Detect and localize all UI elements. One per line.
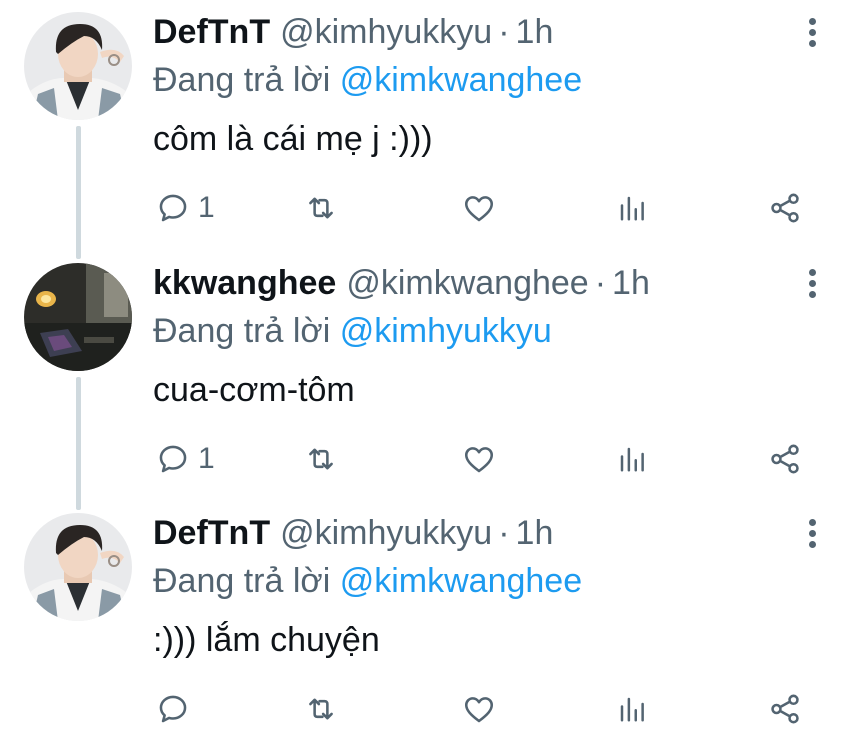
tweet[interactable]: DefTnT @kimhyukkyu · 1h Đang trả lời @kimkw… bbox=[0, 0, 857, 250]
like-button[interactable] bbox=[462, 437, 496, 481]
replying-to: Đang trả lời @kimkwanghee bbox=[153, 559, 582, 603]
tweet-header: kkwanghee @kimkwanghee · 1h bbox=[153, 261, 650, 305]
views-button[interactable] bbox=[617, 437, 647, 481]
share-button[interactable] bbox=[768, 687, 802, 731]
heart-icon bbox=[464, 196, 494, 222]
dark-room-avatar-image bbox=[24, 263, 132, 371]
more-vertical-icon[interactable] bbox=[800, 18, 824, 54]
replying-to-label: Đang trả lời bbox=[153, 61, 331, 99]
tweet[interactable]: kkwanghee @kimkwanghee · 1h Đang trả lời @k… bbox=[0, 251, 857, 501]
retweet-icon bbox=[309, 197, 333, 219]
share-icon bbox=[771, 444, 799, 474]
tweet-header: DefTnT @kimhyukkyu · 1h bbox=[153, 10, 553, 54]
reply-icon bbox=[159, 695, 187, 723]
heart-icon bbox=[464, 447, 494, 473]
share-button[interactable] bbox=[768, 437, 802, 481]
like-button[interactable] bbox=[462, 687, 496, 731]
replying-to-link[interactable]: @kimkwanghee bbox=[340, 61, 582, 99]
heart-icon bbox=[464, 697, 494, 723]
reply-icon bbox=[159, 194, 187, 222]
retweet-icon bbox=[309, 448, 333, 470]
tweet-text: côm là cái mẹ j :))) bbox=[153, 120, 433, 158]
retweet-button[interactable] bbox=[303, 186, 339, 230]
reply-button[interactable]: 1 bbox=[156, 437, 215, 481]
share-button[interactable] bbox=[768, 186, 802, 230]
display-name[interactable]: DefTnT bbox=[153, 13, 270, 51]
replying-to: Đang trả lời @kimhyukkyu bbox=[153, 309, 552, 353]
separator-dot: · bbox=[498, 514, 510, 552]
tweet[interactable]: DefTnT @kimhyukkyu · 1h Đang trả lời @kimkw… bbox=[0, 501, 857, 751]
tweet-thread: DefTnT @kimhyukkyu · 1h Đang trả lời @kimkw… bbox=[0, 0, 857, 728]
views-button[interactable] bbox=[617, 186, 647, 230]
reply-icon bbox=[159, 445, 187, 473]
retweet-button[interactable] bbox=[303, 687, 339, 731]
timestamp[interactable]: 1h bbox=[516, 13, 554, 51]
separator-dot: · bbox=[498, 13, 510, 51]
share-icon bbox=[771, 193, 799, 223]
replying-to-link[interactable]: @kimhyukkyu bbox=[340, 312, 552, 350]
display-name[interactable]: kkwanghee bbox=[153, 264, 336, 302]
replying-to-label: Đang trả lời bbox=[153, 562, 331, 600]
tweet-actions bbox=[0, 687, 857, 731]
timestamp[interactable]: 1h bbox=[516, 514, 554, 552]
avatar[interactable] bbox=[24, 263, 132, 371]
views-icon bbox=[620, 447, 644, 472]
replying-to-link[interactable]: @kimkwanghee bbox=[340, 562, 582, 600]
more-vertical-icon[interactable] bbox=[800, 269, 824, 305]
user-handle[interactable]: @kimkwanghee bbox=[346, 264, 588, 302]
tweet-actions: 1 bbox=[0, 186, 857, 230]
user-handle[interactable]: @kimhyukkyu bbox=[280, 514, 492, 552]
reply-count: 1 bbox=[198, 191, 215, 224]
retweet-icon bbox=[309, 698, 333, 720]
boy-avatar-image bbox=[24, 12, 132, 120]
reply-button[interactable] bbox=[156, 687, 198, 731]
replying-to-label: Đang trả lời bbox=[153, 312, 331, 350]
more-vertical-icon[interactable] bbox=[800, 519, 824, 555]
reply-count: 1 bbox=[198, 442, 215, 475]
tweet-text: :))) lắm chuyện bbox=[153, 621, 380, 659]
share-icon bbox=[771, 694, 799, 724]
timestamp[interactable]: 1h bbox=[612, 264, 650, 302]
avatar[interactable] bbox=[24, 513, 132, 621]
like-button[interactable] bbox=[462, 186, 496, 230]
boy-avatar-image bbox=[24, 513, 132, 621]
views-button[interactable] bbox=[617, 687, 647, 731]
views-icon bbox=[620, 196, 644, 221]
separator-dot: · bbox=[594, 264, 607, 302]
retweet-button[interactable] bbox=[303, 437, 339, 481]
avatar[interactable] bbox=[24, 12, 132, 120]
tweet-text: cua-cơm-tôm bbox=[153, 371, 355, 409]
reply-button[interactable]: 1 bbox=[156, 186, 215, 230]
replying-to: Đang trả lời @kimkwanghee bbox=[153, 58, 582, 102]
user-handle[interactable]: @kimhyukkyu bbox=[280, 13, 492, 51]
views-icon bbox=[620, 697, 644, 722]
tweet-actions: 1 bbox=[0, 437, 857, 481]
display-name[interactable]: DefTnT bbox=[153, 514, 270, 552]
tweet-header: DefTnT @kimhyukkyu · 1h bbox=[153, 511, 553, 555]
